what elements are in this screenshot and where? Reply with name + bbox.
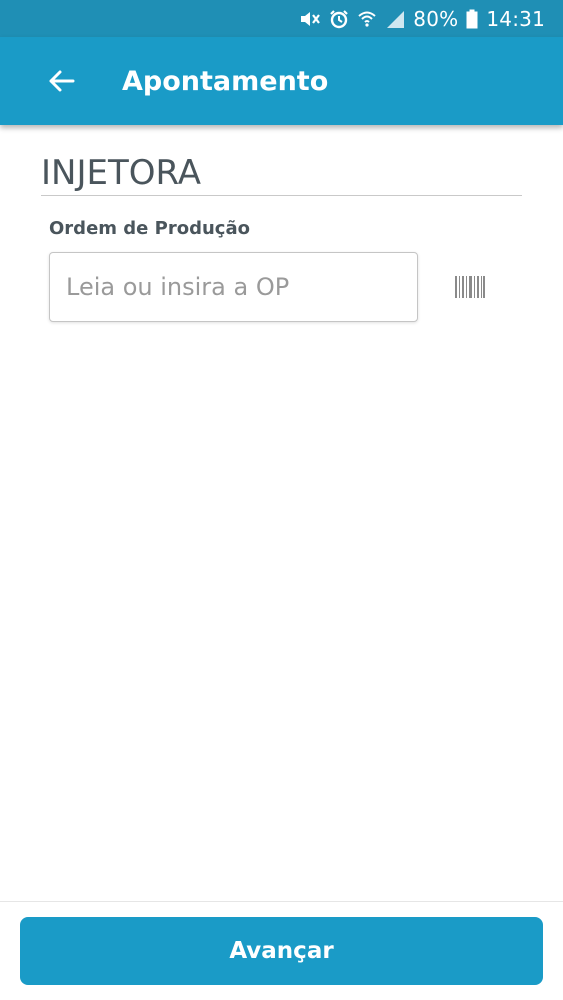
status-bar: 80% 14:31 [0,0,563,37]
mute-vibrate-icon [299,8,321,30]
arrow-left-icon [49,70,75,92]
footer-divider [0,901,563,902]
barcode-scan-button[interactable] [453,274,487,300]
battery-percent: 80% [413,6,459,31]
barcode-icon [455,276,485,298]
back-button[interactable] [41,61,81,101]
wifi-icon [357,8,377,30]
op-input[interactable] [49,252,418,322]
alarm-icon [329,8,349,30]
signal-icon [385,8,405,30]
clock: 14:31 [486,6,545,31]
screen: 80% 14:31 Apontamento INJETORA Ordem de … [0,0,563,1000]
section-title: INJETORA [41,152,522,196]
op-field-label: Ordem de Produção [49,218,250,239]
page-title: Apontamento [122,65,329,97]
app-bar: Apontamento [0,37,563,125]
battery-icon [466,8,478,30]
advance-button[interactable]: Avançar [20,917,543,985]
